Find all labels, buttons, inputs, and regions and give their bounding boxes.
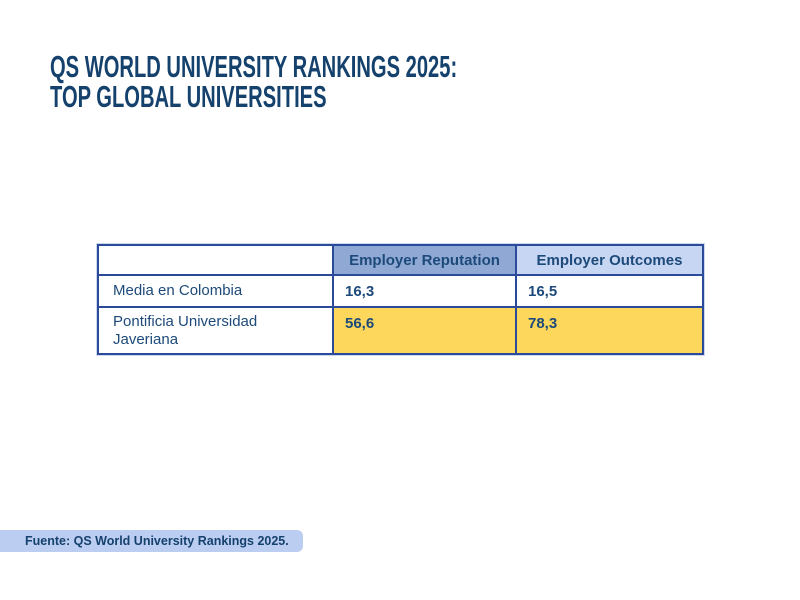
rankings-table-container: Employer Reputation Employer Outcomes Me… — [97, 244, 704, 355]
table-row-media-en-colombia: Media en Colombia 16,3 16,5 — [98, 275, 703, 307]
cell-javeriana-employer-outcomes: 78,3 — [516, 307, 703, 354]
table-row-pontificia-javeriana: Pontificia Universidad Javeriana 56,6 78… — [98, 307, 703, 354]
rankings-table: Employer Reputation Employer Outcomes Me… — [97, 244, 704, 355]
cell-media-employer-outcomes: 16,5 — [516, 275, 703, 307]
cell-javeriana-employer-reputation: 56,6 — [333, 307, 516, 354]
page-title: QS WORLD UNIVERSITY RANKINGS 2025: TOP G… — [50, 52, 457, 112]
col-header-empty — [98, 245, 333, 275]
source-label: Fuente: QS World University Rankings 202… — [25, 534, 289, 548]
table-header-row: Employer Reputation Employer Outcomes — [98, 245, 703, 275]
col-header-employer-outcomes: Employer Outcomes — [516, 245, 703, 275]
cell-media-employer-reputation: 16,3 — [333, 275, 516, 307]
page-title-line-2: TOP GLOBAL UNIVERSITIES — [50, 82, 457, 112]
row-label-media-en-colombia: Media en Colombia — [98, 275, 333, 307]
page-title-line-1: QS WORLD UNIVERSITY RANKINGS 2025: — [50, 52, 457, 82]
col-header-employer-reputation: Employer Reputation — [333, 245, 516, 275]
source-badge: Fuente: QS World University Rankings 202… — [0, 530, 303, 552]
row-label-pontificia-javeriana: Pontificia Universidad Javeriana — [98, 307, 333, 354]
